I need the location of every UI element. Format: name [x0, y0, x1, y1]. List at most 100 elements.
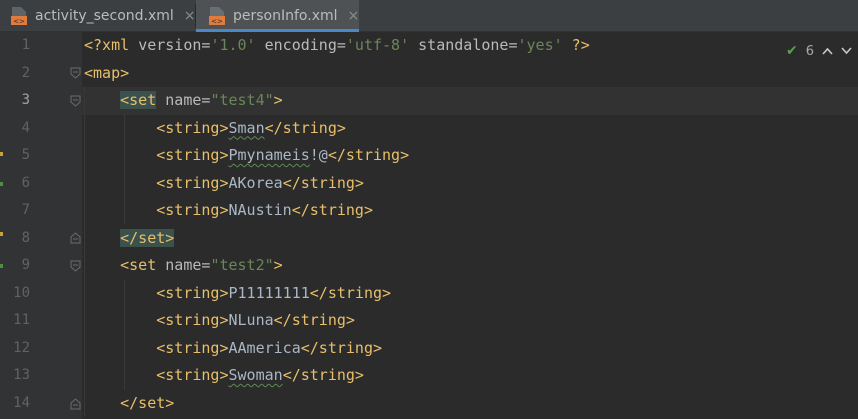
code-token: </set>	[120, 228, 175, 247]
xml-file-icon: <>	[208, 6, 226, 26]
line-number: 12	[13, 339, 30, 356]
code-line[interactable]: </set>	[84, 390, 174, 418]
close-tab-icon[interactable]: ×	[184, 8, 196, 24]
code-token: <set	[120, 91, 157, 109]
code-token: <string>	[156, 118, 229, 137]
code-token: NAustin	[228, 201, 292, 219]
code-line[interactable]: <string>NLuna</string>	[84, 307, 355, 335]
previous-highlight-icon[interactable]	[822, 44, 833, 59]
code-token: <string>	[156, 146, 229, 164]
code-token: >	[273, 256, 283, 274]
code-line[interactable]: <string>Swoman</string>	[84, 362, 364, 390]
code-token: 'yes'	[517, 36, 563, 54]
code-token: AAmerica	[228, 338, 301, 357]
fold-close-icon[interactable]	[70, 398, 81, 410]
code-token: "test2"	[210, 256, 274, 274]
tab-personinfo-xml[interactable]: <> personInfo.xml ×	[196, 0, 359, 32]
code-token: </string>	[309, 283, 392, 302]
close-tab-icon[interactable]: ×	[348, 8, 360, 24]
code-token: <string>	[156, 338, 229, 357]
tab-label: personInfo.xml	[233, 8, 338, 24]
code-token: </string>	[291, 201, 373, 219]
code-token: name=	[156, 256, 211, 274]
code-token: <map>	[84, 63, 130, 82]
line-number: 11	[13, 312, 30, 328]
inspection-widget[interactable]: ✔ 6	[786, 41, 852, 61]
inspection-count: 6	[805, 43, 815, 59]
line-number: 10	[13, 284, 30, 301]
xml-file-icon: <>	[10, 6, 28, 26]
line-number: 13	[13, 367, 30, 383]
line-number: 6	[21, 174, 30, 191]
code-token: Swoman	[228, 366, 283, 384]
code-token: <string>	[156, 201, 229, 219]
fold-open-icon[interactable]	[70, 260, 81, 272]
code-token: <string>	[156, 173, 229, 192]
code-line[interactable]: <string>NAustin</string>	[84, 197, 373, 225]
code-token: </string>	[282, 366, 364, 384]
code-token: standalone=	[409, 36, 518, 54]
code-token: name=	[156, 91, 211, 109]
line-number: 1	[21, 37, 30, 53]
tab-label: activity_second.xml	[35, 8, 174, 24]
tab-activity-second-xml[interactable]: <> activity_second.xml ×	[0, 0, 196, 32]
code-token: <?xml	[84, 36, 139, 54]
code-token: </string>	[282, 173, 364, 192]
code-editor[interactable]: ✔ 6 1 2 3 4 5 6 7 8 9 10 11 12 13 14 <?xml version='1…	[0, 32, 858, 419]
line-number: 9	[21, 257, 30, 273]
line-number: 7	[21, 202, 30, 218]
code-token: !@	[309, 146, 328, 164]
code-line[interactable]: <?xml version='1.0' encoding='utf-8' sta…	[84, 32, 590, 60]
code-line[interactable]: <set name="test2">	[84, 252, 283, 280]
code-token: <set	[120, 256, 157, 274]
code-token: Pmynameis	[228, 146, 310, 164]
code-token: </string>	[264, 118, 346, 137]
code-token: "test4"	[210, 91, 274, 109]
svg-text:<>: <>	[13, 18, 25, 26]
code-token: version=	[138, 36, 211, 54]
line-number: 4	[21, 119, 30, 136]
code-token: ?>	[562, 36, 590, 54]
code-line[interactable]: </set>	[84, 225, 175, 253]
code-token: </set>	[120, 393, 175, 412]
code-line[interactable]: <string>AAmerica</string>	[84, 335, 382, 363]
code-token: 'utf-8'	[345, 36, 410, 54]
code-line[interactable]: <string>Sman</string>	[84, 115, 346, 143]
code-line[interactable]: <string>P11111111</string>	[84, 280, 391, 308]
code-token: </string>	[327, 146, 410, 164]
fold-close-icon[interactable]	[70, 232, 81, 244]
editor-tab-bar: <> activity_second.xml × <> personInfo.x…	[0, 0, 858, 32]
line-number: 5	[21, 147, 30, 163]
code-token: </string>	[300, 338, 383, 357]
code-line[interactable]: <string>AKorea</string>	[84, 170, 364, 198]
svg-text:<>: <>	[211, 18, 223, 26]
fold-open-icon[interactable]	[70, 67, 81, 79]
code-line[interactable]: <set name="test4">	[84, 87, 283, 115]
next-highlight-icon[interactable]	[841, 44, 852, 59]
code-line[interactable]: <string>Pmynameis!@</string>	[84, 142, 409, 170]
code-line[interactable]: <map>	[84, 60, 129, 88]
line-number: 14	[13, 394, 30, 411]
line-number: 3	[21, 92, 30, 108]
code-token: <string>	[156, 311, 229, 329]
code-token: AKorea	[228, 173, 283, 192]
code-token: P11111111	[228, 283, 310, 302]
fold-open-icon[interactable]	[70, 95, 81, 107]
code-token: '1.0'	[210, 36, 256, 54]
line-number: 2	[21, 64, 30, 81]
code-token: <string>	[156, 283, 229, 302]
code-token: >	[273, 91, 283, 109]
code-token: </string>	[273, 311, 355, 329]
code-token: <string>	[156, 366, 229, 384]
code-token: encoding=	[255, 36, 346, 54]
